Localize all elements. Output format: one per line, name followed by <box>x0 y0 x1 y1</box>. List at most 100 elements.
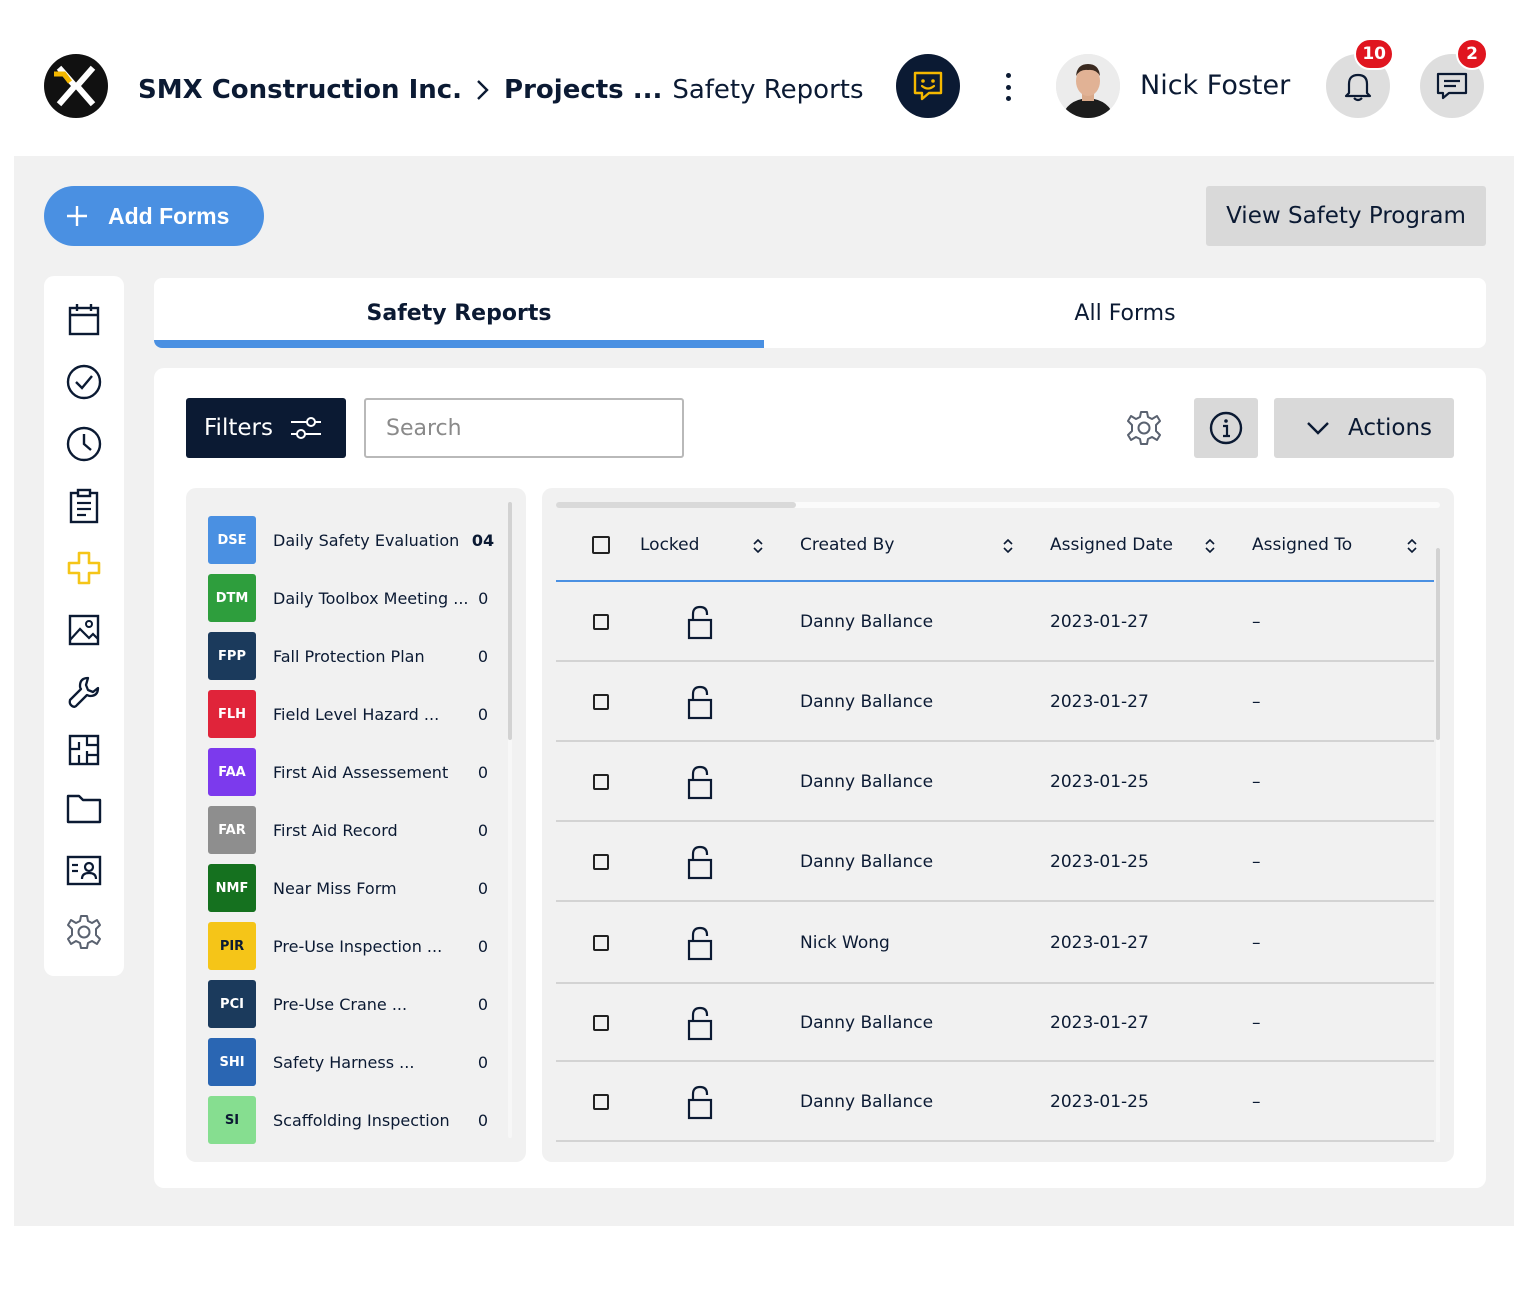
chevron-down-icon <box>1306 421 1330 435</box>
unlocked-icon[interactable] <box>687 902 713 984</box>
form-type-item[interactable]: SI Scaffolding Inspection 0 <box>208 1096 498 1144</box>
logo-icon[interactable] <box>44 54 108 118</box>
row-checkbox[interactable] <box>593 582 609 662</box>
form-list-scrollbar[interactable] <box>508 502 512 740</box>
sort-icon[interactable] <box>752 537 764 555</box>
tab-safety-reports[interactable]: Safety Reports <box>154 278 764 348</box>
image-icon[interactable] <box>64 610 104 650</box>
table-row[interactable]: Danny Ballance 2023-01-27 – <box>556 984 1434 1062</box>
more-options-icon[interactable] <box>996 70 1020 104</box>
form-type-item[interactable]: FAA First Aid Assessement 0 <box>208 748 498 796</box>
row-checkbox[interactable] <box>593 822 609 902</box>
column-header-created-by[interactable]: Created By <box>800 510 894 580</box>
column-header-locked[interactable]: Locked <box>640 510 699 580</box>
floor-plan-icon[interactable] <box>64 730 104 770</box>
row-checkbox[interactable] <box>593 662 609 742</box>
form-type-item[interactable]: SHI Safety Harness ... 0 <box>208 1038 498 1086</box>
form-type-name: Daily Toolbox Meeting ... <box>273 588 469 608</box>
form-type-name: Scaffolding Inspection <box>273 1110 450 1130</box>
form-type-count: 0 <box>477 1052 489 1072</box>
assigned-to-cell: – <box>1252 933 1261 953</box>
form-type-item[interactable]: NMF Near Miss Form 0 <box>208 864 498 912</box>
contact-card-icon[interactable] <box>64 850 104 890</box>
table-row[interactable]: Danny Ballance 2023-01-27 – <box>556 662 1434 742</box>
tab-all-forms[interactable]: All Forms <box>764 278 1486 348</box>
chatbot-button[interactable] <box>896 54 960 118</box>
filters-label: Filters <box>204 415 273 441</box>
form-code-badge: FAR <box>208 806 256 854</box>
row-checkbox[interactable] <box>593 1062 609 1142</box>
form-type-item[interactable]: FAR First Aid Record 0 <box>208 806 498 854</box>
table-row[interactable]: Danny Ballance 2023-01-25 – <box>556 742 1434 822</box>
notifications-button[interactable]: 10 <box>1326 38 1394 118</box>
settings-gear-icon[interactable] <box>1124 408 1164 448</box>
clipboard-icon[interactable] <box>64 486 104 526</box>
assigned-to-cell: – <box>1252 772 1261 792</box>
unlocked-icon[interactable] <box>687 1062 713 1142</box>
unlocked-icon[interactable] <box>687 742 713 822</box>
assigned-to-cell: – <box>1252 1013 1261 1033</box>
breadcrumb-projects[interactable]: Projects ... <box>504 75 662 105</box>
chevron-right-icon <box>476 79 490 101</box>
form-type-item[interactable]: PCI Pre-Use Crane ... 0 <box>208 980 498 1028</box>
plus-cross-icon[interactable] <box>64 548 104 588</box>
unlocked-icon[interactable] <box>687 984 713 1062</box>
info-button[interactable] <box>1194 398 1258 458</box>
wrench-icon[interactable] <box>64 672 104 712</box>
sort-icon[interactable] <box>1406 537 1418 555</box>
breadcrumb: SMX Construction Inc. Projects ... Safet… <box>138 70 864 110</box>
clock-icon[interactable] <box>64 424 104 464</box>
form-code-badge: PCI <box>208 980 256 1028</box>
form-type-count: 0 <box>477 878 489 898</box>
row-checkbox[interactable] <box>593 902 609 984</box>
plus-icon <box>66 205 88 227</box>
form-type-item[interactable]: PIR Pre-Use Inspection ... 0 <box>208 922 498 970</box>
user-name[interactable]: Nick Foster <box>1140 70 1290 101</box>
add-forms-label: Add Forms <box>108 202 230 229</box>
table-row[interactable]: Danny Ballance 2023-01-25 – <box>556 1062 1434 1142</box>
select-all-checkbox[interactable] <box>592 510 610 580</box>
column-header-assigned-to[interactable]: Assigned To <box>1252 510 1352 580</box>
sort-icon[interactable] <box>1204 537 1216 555</box>
avatar[interactable] <box>1056 54 1120 118</box>
unlocked-icon[interactable] <box>687 582 713 662</box>
vertical-scrollbar[interactable] <box>1436 548 1440 740</box>
add-forms-button[interactable]: Add Forms <box>44 186 264 246</box>
created-by-cell: Danny Ballance <box>800 692 934 712</box>
check-circle-icon[interactable] <box>64 362 104 402</box>
table-row[interactable]: Nick Wong 2023-01-27 – <box>556 902 1434 984</box>
sliders-icon <box>289 413 323 443</box>
gear-icon[interactable] <box>64 912 104 952</box>
table-row[interactable]: Danny Ballance 2023-01-27 – <box>556 582 1434 662</box>
form-type-item[interactable]: DTM Daily Toolbox Meeting ... 0 <box>208 574 498 622</box>
messages-button[interactable]: 2 <box>1420 38 1488 118</box>
form-type-item[interactable]: DSE Daily Safety Evaluation 04 <box>208 516 498 564</box>
table-header: Locked Created By Assigned Date Assigned… <box>556 510 1434 582</box>
sort-icon[interactable] <box>1002 537 1014 555</box>
breadcrumb-company[interactable]: SMX Construction Inc. <box>138 75 462 105</box>
chatbot-icon <box>913 71 943 101</box>
reports-table: Locked Created By Assigned Date Assigned… <box>542 488 1454 1162</box>
actions-dropdown[interactable]: Actions <box>1274 398 1454 458</box>
assigned-date-cell: 2023-01-27 <box>1050 692 1149 712</box>
column-header-assigned-date[interactable]: Assigned Date <box>1050 510 1173 580</box>
form-type-count: 0 <box>477 1110 489 1130</box>
view-safety-program-button[interactable]: View Safety Program <box>1206 186 1486 246</box>
folder-icon[interactable] <box>64 788 104 828</box>
unlocked-icon[interactable] <box>687 662 713 742</box>
filters-button[interactable]: Filters <box>186 398 346 458</box>
assigned-date-cell: 2023-01-25 <box>1050 772 1149 792</box>
form-type-item[interactable]: FLH Field Level Hazard ... 0 <box>208 690 498 738</box>
form-type-name: Pre-Use Inspection ... <box>273 936 443 956</box>
row-checkbox[interactable] <box>593 984 609 1062</box>
table-row[interactable]: Danny Ballance 2023-01-25 – <box>556 822 1434 902</box>
unlocked-icon[interactable] <box>687 822 713 902</box>
main-area: Add Forms View Safety Program Safety Rep… <box>14 156 1514 1226</box>
horizontal-scrollbar[interactable] <box>556 502 796 508</box>
form-type-name: Pre-Use Crane ... <box>273 994 408 1014</box>
calendar-icon[interactable] <box>64 300 104 340</box>
form-type-item[interactable]: FPP Fall Protection Plan 0 <box>208 632 498 680</box>
search-input[interactable] <box>364 398 684 458</box>
row-checkbox[interactable] <box>593 742 609 822</box>
form-code-badge: FAA <box>208 748 256 796</box>
